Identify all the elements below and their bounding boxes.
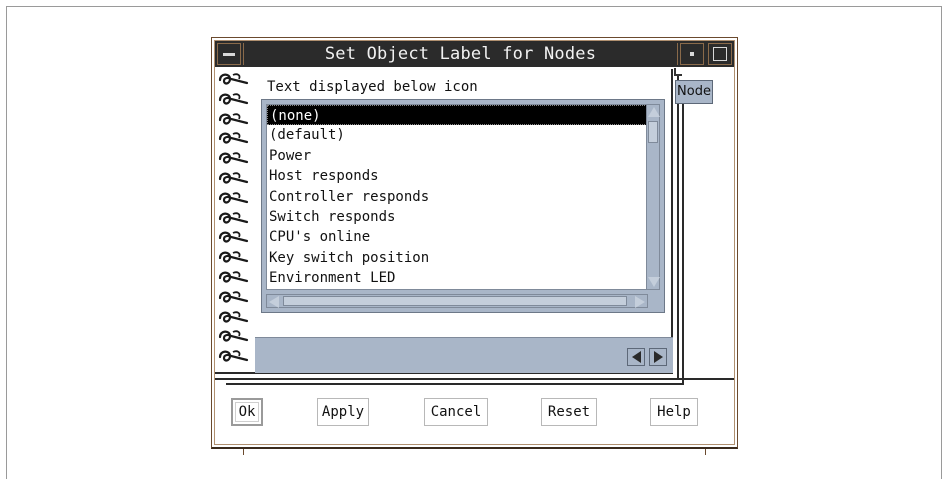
list-item[interactable]: Host responds [267,166,647,186]
window-menu-icon[interactable] [217,43,241,65]
minimize-icon[interactable] [680,43,704,65]
list-item[interactable]: Environment LED [267,268,647,288]
label-list-box: (none) (default) Power Host responds Control… [261,99,665,313]
spiral-ring-icon [217,289,253,307]
spiral-ring-icon [217,71,253,89]
list-item[interactable]: Key switch position [267,248,647,268]
arrow-right-icon [653,351,663,363]
reset-button[interactable]: Reset [541,398,597,426]
ok-button[interactable]: Ok [231,398,263,426]
apply-button[interactable]: Apply [317,398,369,426]
border-tick [243,449,244,455]
list-item[interactable]: (default) [267,125,647,145]
previous-page-button[interactable] [627,348,645,366]
arrow-left-icon [631,351,641,363]
spiral-ring-icon [217,190,253,208]
page-corner-mark [674,68,682,76]
spiral-binding-icon [215,71,253,371]
label-list[interactable]: (none) (default) Power Host responds Control… [266,104,648,290]
vertical-scrollbar[interactable] [646,104,660,290]
spiral-ring-icon [217,229,253,247]
horizontal-scroll-thumb[interactable] [283,296,627,306]
spiral-ring-icon [217,328,253,346]
list-label: Text displayed below icon [267,79,478,95]
window-bottom-edge [211,449,738,455]
scroll-up-icon[interactable] [648,107,660,117]
spiral-ring-icon [217,170,253,188]
spiral-ring-icon [217,249,253,267]
notebook-page: Text displayed below icon (none) (default… [215,69,673,374]
spiral-ring-icon [217,111,253,129]
scroll-left-icon[interactable] [269,296,279,308]
tab-node[interactable]: Node [675,80,713,104]
spiral-ring-icon [217,91,253,109]
next-page-button[interactable] [649,348,667,366]
maximize-icon[interactable] [708,43,732,65]
spiral-ring-icon [217,348,253,366]
set-object-label-dialog: Set Object Label for Nodes Text displaye… [211,37,738,449]
spiral-ring-icon [217,150,253,168]
list-item[interactable]: Controller responds [267,187,647,207]
help-button[interactable]: Help [650,398,698,426]
spiral-ring-icon [217,210,253,228]
scroll-down-icon[interactable] [648,277,660,287]
vertical-scroll-thumb[interactable] [648,121,658,143]
title-bar[interactable]: Set Object Label for Nodes [215,41,734,67]
list-item[interactable]: CPU's online [267,227,647,247]
window-title: Set Object Label for Nodes [243,43,678,65]
notebook: Text displayed below icon (none) (default… [215,69,684,385]
page-footer [255,337,673,373]
list-item[interactable]: Power [267,146,647,166]
scroll-right-icon[interactable] [635,296,645,308]
spiral-ring-icon [217,309,253,327]
border-tick [705,449,706,455]
spiral-ring-icon [217,130,253,148]
list-item[interactable]: Switch responds [267,207,647,227]
horizontal-scrollbar[interactable] [266,294,648,308]
button-row: Ok Apply Cancel Reset Help [215,392,734,432]
separator [215,378,734,380]
page-content: Text displayed below icon (none) (default… [255,69,673,374]
list-item[interactable]: (none) [267,105,647,126]
spiral-ring-icon [217,269,253,287]
cancel-button[interactable]: Cancel [424,398,488,426]
